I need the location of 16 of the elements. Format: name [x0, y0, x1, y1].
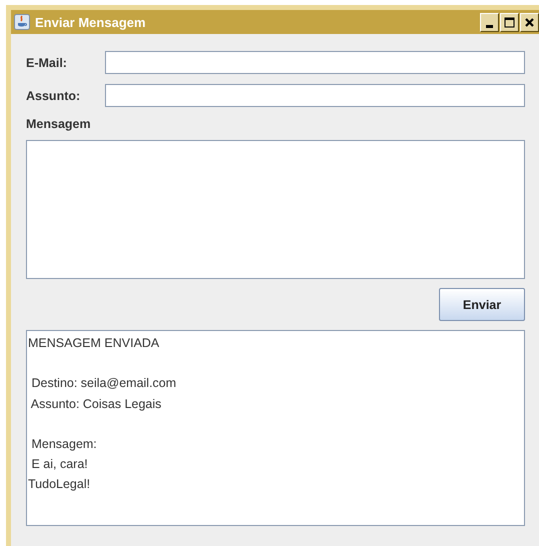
input-field[interactable] — [105, 84, 525, 107]
message-field[interactable] — [26, 140, 525, 279]
cup-icon — [14, 14, 30, 30]
window-title: Enviar Mensagem — [35, 14, 147, 30]
maximize-button[interactable] — [500, 12, 519, 32]
minimize-button[interactable] — [480, 12, 499, 32]
maximize-icon — [504, 16, 515, 28]
minimize-icon — [486, 24, 493, 28]
close-icon — [524, 16, 535, 28]
field-label: E-Mail: — [26, 56, 68, 70]
message-label: Mensagem — [26, 117, 92, 131]
field-label: Assunto: — [26, 88, 82, 102]
input-field[interactable] — [105, 51, 525, 74]
output-text: MENSAGEM ENVIADA Destino: seila@email.com Assunto: Coisas Legais Mensagem: E ai, cara! TudoLegal! — [28, 335, 178, 494]
close-button[interactable] — [520, 12, 539, 32]
send-button[interactable]: Enviar — [439, 288, 525, 321]
